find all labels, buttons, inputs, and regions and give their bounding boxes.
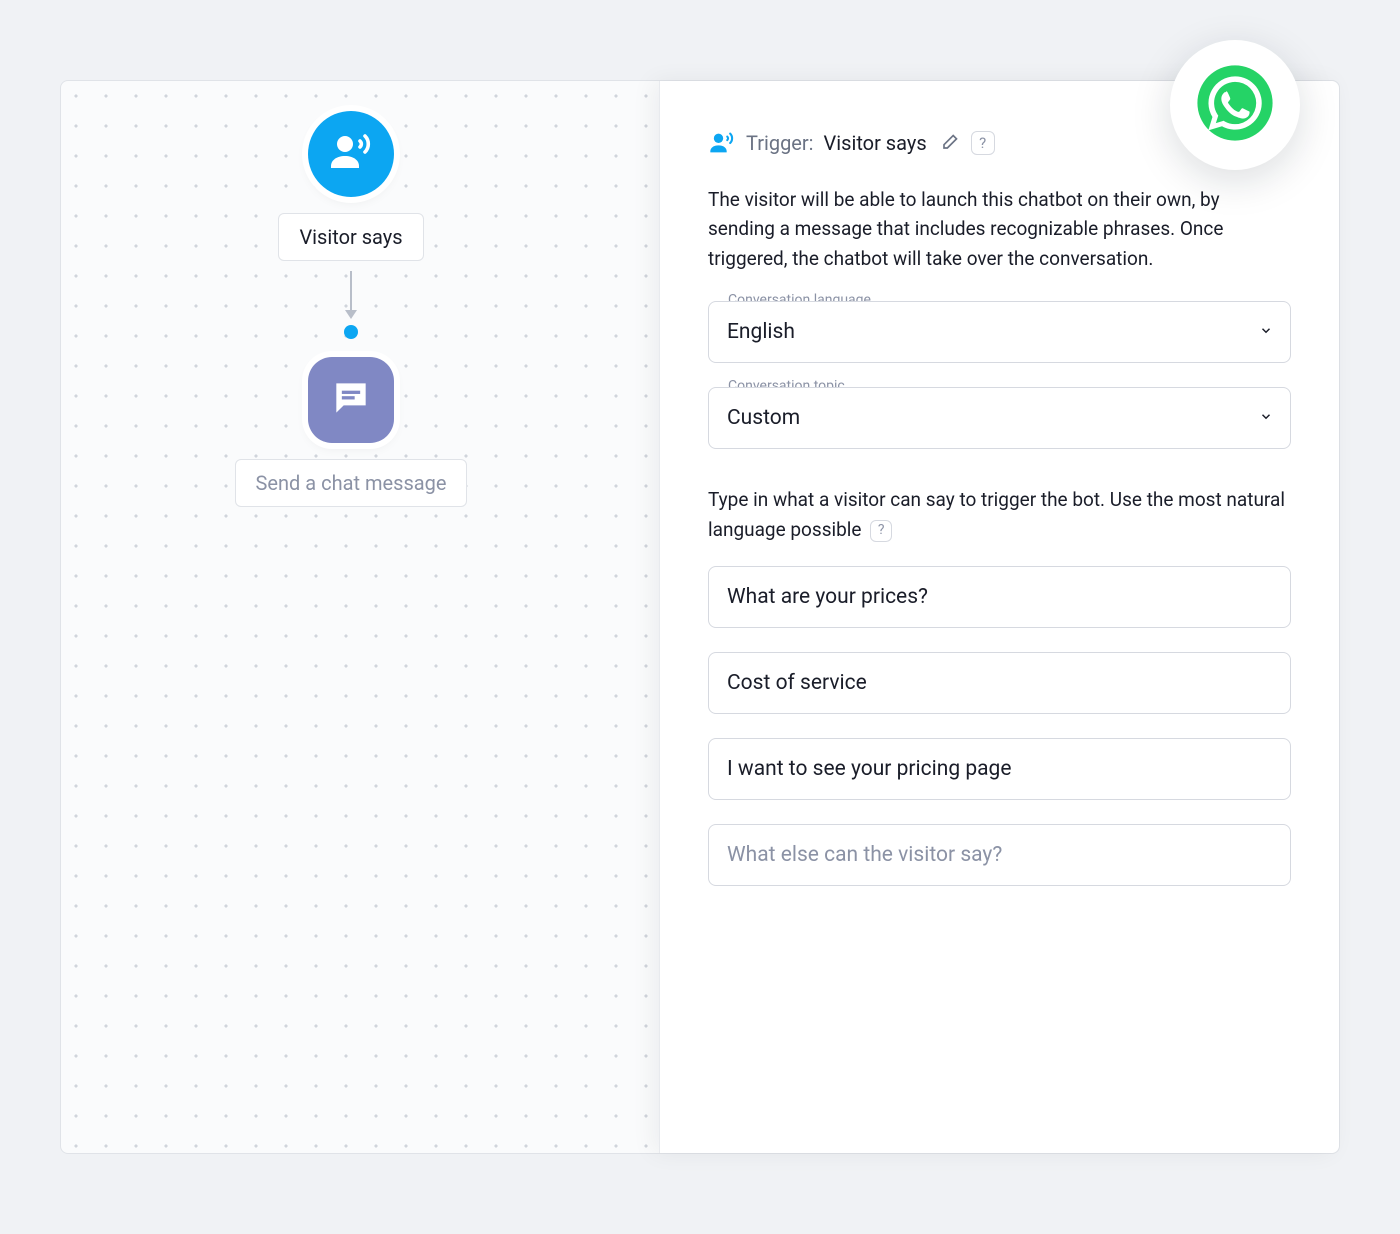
topic-field: Conversation topic Custom xyxy=(708,387,1291,449)
trigger-phrase-input[interactable] xyxy=(708,652,1291,714)
chat-message-icon xyxy=(329,376,373,424)
trigger-help-button[interactable]: ? xyxy=(971,131,995,155)
action-node[interactable] xyxy=(308,357,394,443)
flow-area: Visitor says Send a chat message xyxy=(221,111,481,507)
language-field: Conversation language English xyxy=(708,301,1291,363)
trigger-prefix: Trigger: xyxy=(746,131,814,155)
whatsapp-icon xyxy=(1194,62,1276,148)
person-speaking-icon xyxy=(708,129,736,157)
trigger-phrase-input[interactable] xyxy=(708,566,1291,628)
topic-select[interactable]: Custom xyxy=(708,387,1291,449)
new-trigger-phrase-input[interactable] xyxy=(708,824,1291,886)
flow-connector xyxy=(344,271,358,339)
trigger-description: The visitor will be able to launch this … xyxy=(708,185,1291,273)
phrases-help-button[interactable]: ? xyxy=(870,520,892,542)
trigger-config-panel: Trigger: Visitor says ? The visitor will… xyxy=(659,81,1339,1153)
whatsapp-badge xyxy=(1170,40,1300,170)
phrases-instruction: Type in what a visitor can say to trigge… xyxy=(708,485,1291,544)
language-select[interactable]: English xyxy=(708,301,1291,363)
person-speaking-icon xyxy=(327,128,375,180)
flow-canvas[interactable]: Visitor says Send a chat message xyxy=(60,80,1340,1154)
trigger-name: Visitor says xyxy=(824,131,927,155)
trigger-phrase-input[interactable] xyxy=(708,738,1291,800)
trigger-node-label: Visitor says xyxy=(278,213,423,261)
edit-trigger-name-button[interactable] xyxy=(937,131,961,155)
action-node-label: Send a chat message xyxy=(235,459,468,507)
trigger-node[interactable] xyxy=(308,111,394,197)
